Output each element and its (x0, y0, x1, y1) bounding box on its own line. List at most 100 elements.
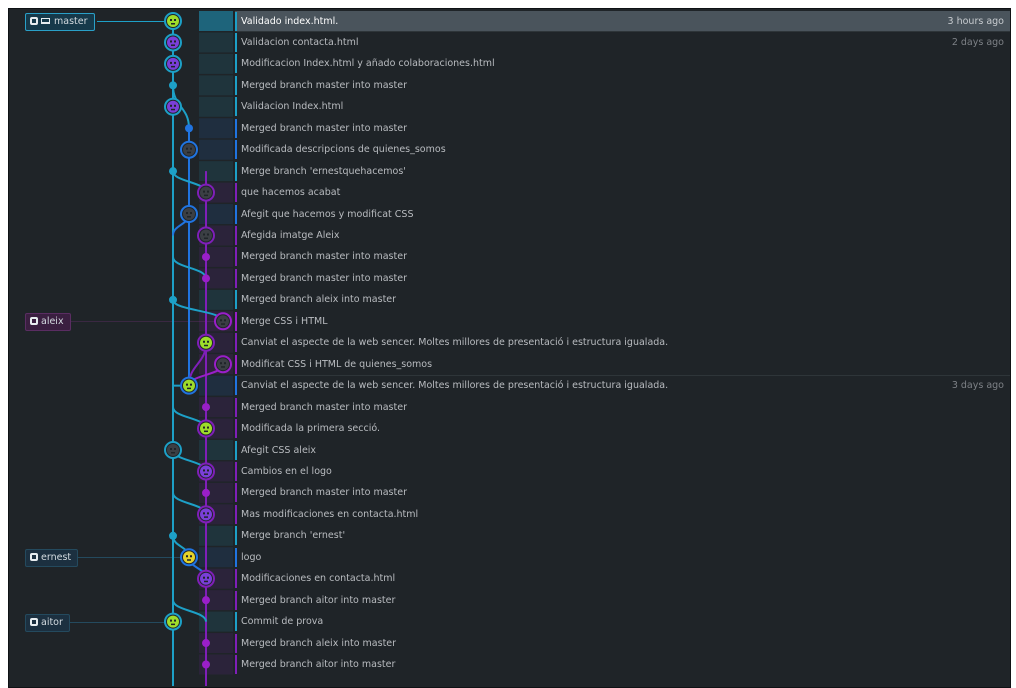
commit-row[interactable]: Merged branch aleix into master (235, 633, 1010, 654)
avatar-mouth (187, 387, 191, 390)
avatar-eye (220, 319, 222, 322)
commit-lane-bar (235, 354, 237, 374)
commit-row[interactable]: Merged branch master into master (235, 246, 1010, 267)
avatar-eye (190, 383, 192, 386)
commit-message: Modificacion Index.html y añado colabora… (241, 58, 495, 70)
commit-message: Merged branch aitor into master (241, 659, 396, 670)
commit-message: Merged branch master into master (241, 122, 407, 134)
avatar-eye (224, 362, 226, 365)
commit-lane-bar (235, 419, 237, 439)
avatar-purple-icon (167, 36, 179, 49)
commit-row[interactable]: Canviat el aspecte de la web sencer. Mol… (235, 332, 1010, 353)
avatar-eye (174, 19, 176, 21)
avatar-green-icon (200, 422, 212, 435)
merge-dot (202, 403, 210, 412)
avatar-eye (207, 233, 209, 236)
commit-lane-bar (235, 140, 237, 160)
commit-message: Afegit CSS aleix (241, 444, 317, 456)
commit-row[interactable]: Merged branch aleix into master (235, 289, 1010, 310)
lane-shade (199, 204, 233, 225)
avatar-eye (203, 576, 205, 579)
avatar-mouth (204, 473, 208, 475)
commit-row[interactable]: Modificada descripcions de quienes_somos (235, 139, 1010, 160)
commit-message: Cambios en el logo (241, 465, 332, 477)
commit-row[interactable]: Afegit CSS aleix (235, 440, 1010, 461)
commit-message: Merged branch master into master (241, 272, 407, 284)
avatar-eye (170, 61, 172, 64)
commit-row[interactable]: Merge CSS i HTML (235, 311, 1010, 332)
commit-row[interactable]: Canviat el aspecte de la web sencer. Mol… (235, 375, 1010, 396)
commit-message: Merged branch aitor into master (241, 594, 396, 606)
commit-row[interactable]: Merged branch master into master (235, 397, 1010, 418)
commit-row[interactable]: Commit de prova (235, 611, 1010, 632)
commit-row[interactable]: Merged branch aitor into master (235, 590, 1010, 611)
commit-message: Merge branch 'ernestquehacemos' (241, 165, 406, 177)
commit-row[interactable]: logo (235, 547, 1010, 568)
commit-message: Modificada la primera secció. (241, 423, 381, 435)
commit-message: Modificat CSS i HTML de quienes_somos (241, 358, 433, 370)
commit-message: Merged branch master into master (241, 487, 407, 499)
commit-lane-bar (235, 483, 237, 503)
commit-lane-bar (235, 97, 237, 117)
commit-row[interactable]: Merge branch 'ernest' (235, 525, 1010, 546)
commit-lane-bar (235, 161, 237, 181)
commit-lane-bar (235, 54, 237, 74)
commit-row[interactable]: Merged branch master into master (235, 482, 1010, 503)
commit-row[interactable]: Merged branch master into master (235, 75, 1010, 96)
commit-row[interactable]: Merged branch master into master (235, 268, 1010, 289)
avatar-eye (170, 448, 172, 450)
merge-dot (169, 81, 177, 90)
commit-row[interactable]: Afegit que hacemos y modificat CSS (235, 204, 1010, 225)
date-separator (235, 374, 1010, 376)
avatar-mouth (204, 194, 208, 197)
merge-dot (169, 167, 177, 176)
merge-dot (202, 639, 210, 648)
merge-dot (202, 252, 210, 261)
commit-time: 3 hours ago (947, 15, 1004, 27)
avatar-eye (203, 426, 205, 429)
commit-time: 2 days ago (951, 36, 1004, 48)
avatar-eye (186, 383, 188, 386)
commit-lane-bar (235, 204, 237, 224)
commit-lane-bar (235, 526, 237, 546)
commit-row[interactable]: Merge branch 'ernestquehacemos' (235, 161, 1010, 182)
commit-lane-bar (235, 118, 237, 138)
commit-row[interactable]: Validacion Index.html (235, 96, 1010, 117)
lane-shade (199, 611, 233, 632)
commit-lane-bar (235, 504, 237, 524)
commit-row[interactable]: Modificat CSS i HTML de quienes_somos (235, 354, 1010, 375)
commit-message: Merge CSS i HTML (241, 315, 328, 327)
lane-shade (199, 161, 233, 182)
commit-lane-bar (235, 633, 237, 653)
commit-row[interactable]: Merged branch aitor into master (235, 654, 1010, 675)
avatar-eye (203, 512, 205, 515)
avatar-eye (174, 448, 176, 450)
commit-message: Merged branch master into master (241, 251, 407, 263)
avatar-eye (170, 619, 172, 622)
selected-lane-shade (199, 11, 233, 31)
lane-shade (199, 289, 233, 310)
avatar-eye (186, 212, 188, 215)
lane-shade (199, 440, 233, 460)
lane-shade (199, 375, 233, 396)
commit-graph (164, 11, 233, 686)
lane-shade (199, 96, 233, 117)
avatar-eye (207, 512, 209, 515)
commit-row[interactable]: Merged branch master into master (235, 118, 1010, 139)
avatar-mouth (221, 366, 225, 368)
commit-row[interactable]: Modificacion Index.html y añado colabora… (235, 53, 1010, 74)
commit-row[interactable]: Afegida imatge Aleix (235, 225, 1010, 246)
commit-lane-bar (235, 397, 237, 417)
avatar-mouth (204, 430, 208, 433)
lane-shade (199, 139, 233, 160)
commit-row[interactable]: que hacemos acabat (235, 182, 1010, 203)
commit-row[interactable]: Cambios en el logo (235, 461, 1010, 482)
commit-row[interactable]: Validado index.html. 3 hours ago (235, 10, 1010, 32)
commit-row[interactable]: Modificaciones en contacta.html (235, 568, 1010, 589)
commit-message: Canviat el aspecte de la web sencer. Mol… (241, 380, 669, 392)
avatar-photo-icon (217, 315, 229, 328)
commit-row[interactable]: Modificada la primera secció. (235, 418, 1010, 439)
commit-row[interactable]: Validacion contacta.html 2 days ago (235, 32, 1010, 53)
avatar-mouth (171, 23, 175, 25)
commit-row[interactable]: Mas modificaciones en contacta.html (235, 504, 1010, 525)
